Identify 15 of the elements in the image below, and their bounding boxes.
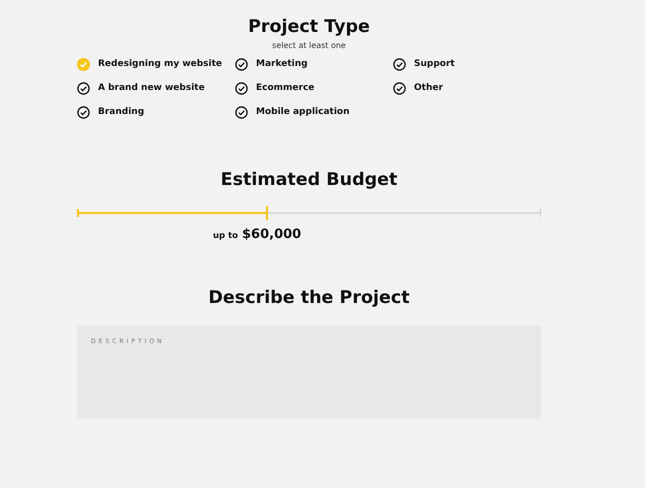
section-subtitle: select at least one [272,41,346,50]
project-option[interactable]: Other [393,76,443,100]
project-option[interactable]: Support [393,52,455,76]
project-option[interactable]: Marketing [235,52,308,76]
section-title: Describe the Project [208,288,410,308]
project-option[interactable]: Ecommerce [235,76,314,100]
section-title: Estimated Budget [220,170,398,190]
budget-slider[interactable] [77,206,541,220]
budget-amount: $60,000 [242,227,302,242]
project-option[interactable]: Mobile application [235,100,350,124]
amount-prefix: up to [213,231,238,241]
project-option[interactable]: Redesigning my website [77,52,222,76]
project-option[interactable]: Branding [77,100,144,124]
project-option[interactable]: A brand new website [77,76,205,100]
section-title: Project Type [248,17,370,37]
